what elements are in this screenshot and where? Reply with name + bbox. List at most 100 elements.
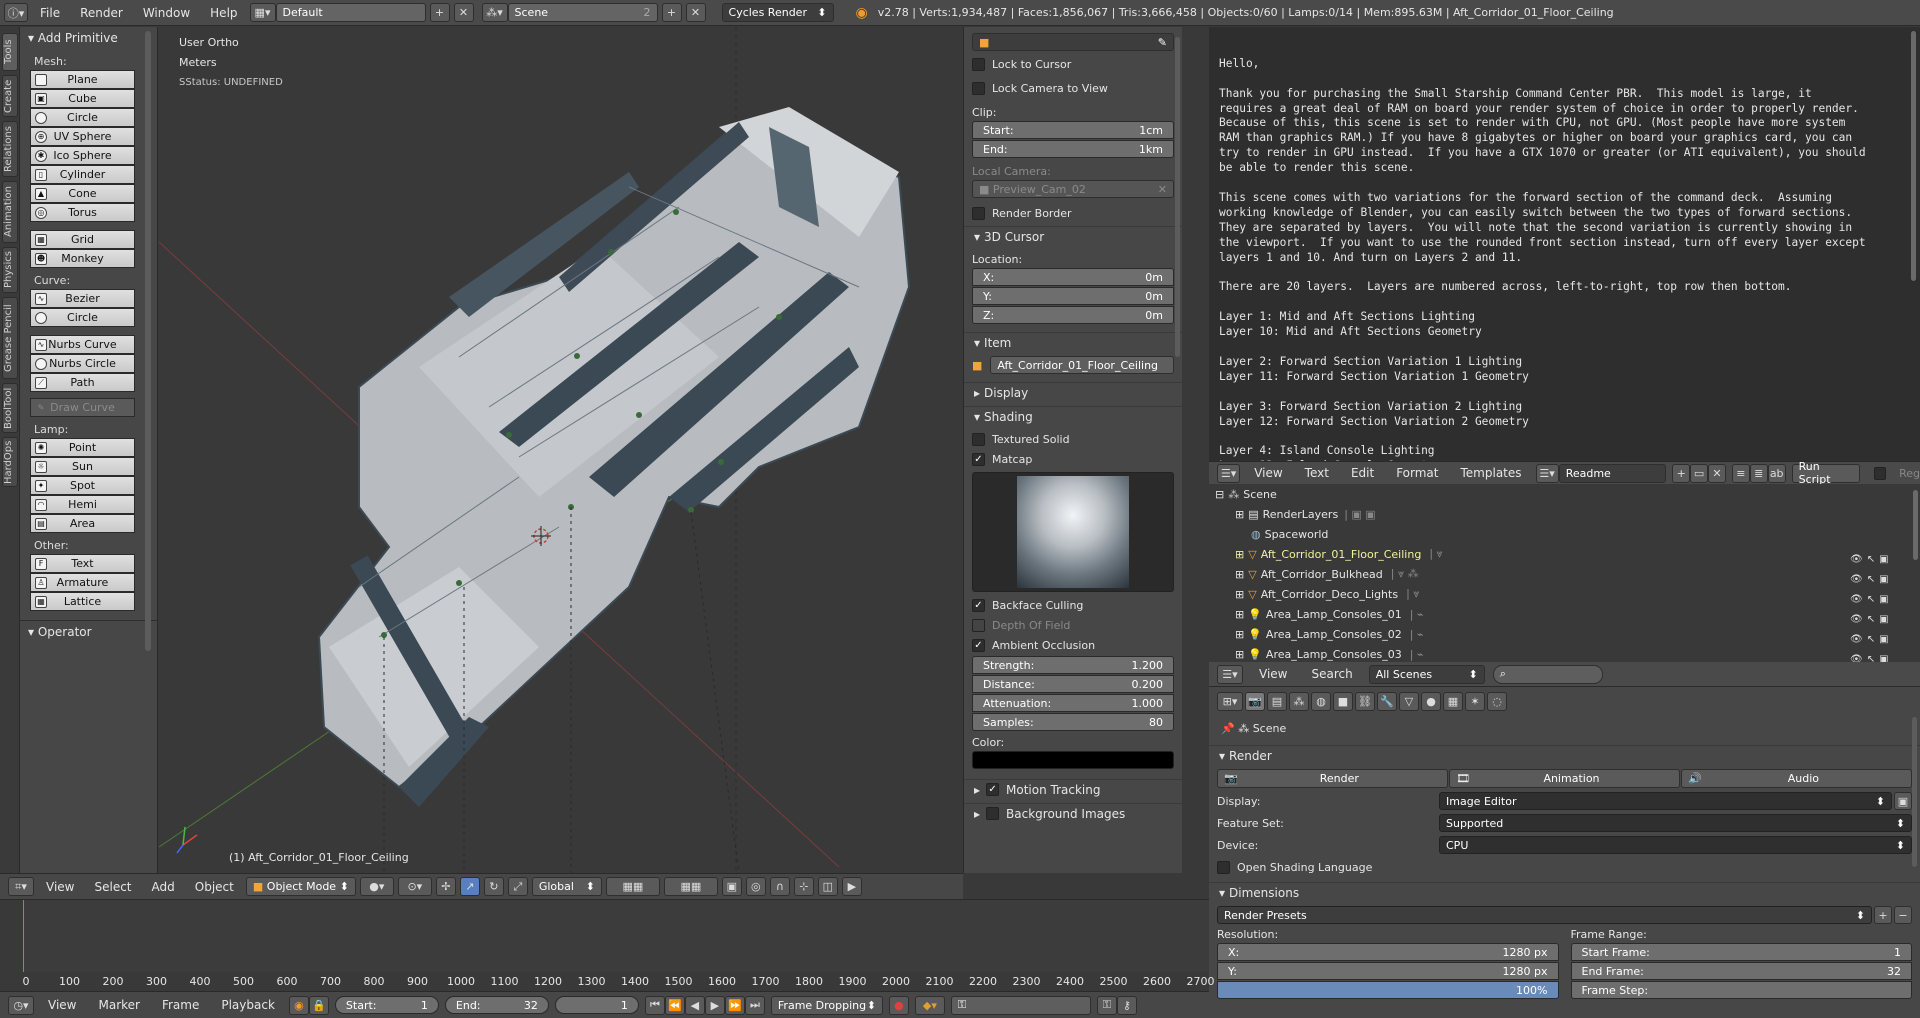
clear-camera-icon[interactable]: ✕: [1158, 183, 1167, 196]
outliner-item-world[interactable]: ◍ Spaceworld: [1209, 524, 1920, 544]
lock-range-icon[interactable]: 🔒: [308, 995, 329, 1015]
npanel-scrollbar[interactable]: [1175, 37, 1180, 357]
outliner-item-lamp-03[interactable]: ⊞ 💡 Area_Lamp_Consoles_03 | ⌁: [1209, 644, 1920, 662]
outliner-filter-select[interactable]: All Scenes ⬍: [1368, 664, 1485, 684]
3d-cursor-panel-header[interactable]: ▾ 3D Cursor: [964, 226, 1182, 246]
depth-of-field-checkbox[interactable]: Depth Of Field: [972, 616, 1174, 634]
cursor-z-field[interactable]: Z: 0m: [972, 306, 1174, 324]
timeline[interactable]: 0 100 200 300 400 500 600 700 800 900 1000 1100 1200…: [0, 899, 1215, 992]
add-primitive-header[interactable]: ▾ Add Primitive: [20, 27, 157, 49]
ol-menu-search[interactable]: Search: [1303, 667, 1360, 681]
lock-interface-icon[interactable]: ▣: [1894, 792, 1912, 810]
tl-menu-marker[interactable]: Marker: [90, 998, 147, 1012]
render-anim-icon[interactable]: ▶: [841, 877, 862, 896]
clip-start-field[interactable]: Start: 1cm: [972, 121, 1174, 139]
material-tab-icon[interactable]: ●: [1421, 692, 1441, 711]
add-circle-button[interactable]: Circle: [30, 108, 135, 127]
ao-distance-field[interactable]: Distance: 0.200: [972, 675, 1174, 693]
translate-icon[interactable]: ↗: [459, 877, 480, 896]
renderlayers-tab-icon[interactable]: ▤: [1267, 692, 1287, 711]
scene-field[interactable]: Scene 2: [507, 3, 658, 22]
pivot-icon[interactable]: ⊙▾: [397, 877, 432, 896]
layer-grid-icon[interactable]: ▦▦: [663, 877, 718, 896]
outliner-item-deco-lights[interactable]: ⊞ ▽ Aft_Corridor_Deco_Lights | ⩔: [1209, 584, 1920, 604]
add-uv-sphere-button[interactable]: ⊕ UV Sphere: [30, 127, 135, 146]
tl-menu-view[interactable]: View: [40, 998, 84, 1012]
register-checkbox[interactable]: [1874, 466, 1887, 480]
add-ico-sphere-button[interactable]: ✱ Ico Sphere: [30, 146, 135, 165]
item-panel-header[interactable]: ▾ Item: [964, 332, 1182, 352]
menu-help[interactable]: Help: [202, 6, 245, 20]
outliner-item-bulkhead[interactable]: ⊞ ▽ Aft_Corridor_Bulkhead | ⩔ ⁂: [1209, 564, 1920, 584]
local-camera-field[interactable]: ■ Preview_Cam_02 ✕: [972, 180, 1174, 198]
shading-panel-header[interactable]: ▾ Shading: [964, 406, 1182, 426]
snap-magnet-icon[interactable]: ∩: [769, 877, 790, 896]
add-grid-button[interactable]: ▦ Grid: [30, 230, 135, 249]
render-tab-icon[interactable]: 📷: [1245, 692, 1265, 711]
ao-attenuation-field[interactable]: Attenuation: 1.000: [972, 694, 1174, 712]
ol-menu-view[interactable]: View: [1251, 667, 1295, 681]
current-frame-field[interactable]: 1: [554, 996, 639, 1014]
tl-menu-frame[interactable]: Frame: [154, 998, 207, 1012]
jump-start-icon[interactable]: ⏮: [644, 995, 665, 1015]
tab-grease-pencil[interactable]: Grease Pencil: [2, 297, 18, 379]
ao-color-swatch[interactable]: [972, 751, 1174, 769]
world-tab-icon[interactable]: ◍: [1311, 692, 1331, 711]
te-menu-templates[interactable]: Templates: [1453, 466, 1530, 480]
add-hemi-lamp-button[interactable]: ◠ Hemi: [30, 495, 135, 514]
manipulator-icon[interactable]: ✢: [435, 877, 456, 896]
scene-icon[interactable]: ⁂▾: [481, 3, 508, 22]
add-cube-button[interactable]: ▣ Cube: [30, 89, 135, 108]
tab-relations[interactable]: Relations: [2, 121, 18, 177]
jump-end-icon[interactable]: ⏭: [744, 995, 765, 1015]
rotate-icon[interactable]: ↻: [483, 877, 504, 896]
line-numbers-icon[interactable]: ≡: [1731, 463, 1750, 483]
text-file-field[interactable]: Readme: [1558, 463, 1667, 483]
outliner-item-floor-ceiling[interactable]: ⊞ ▽ Aft_Corridor_01_Floor_Ceiling | ⩔: [1209, 544, 1920, 564]
delete-keyframe-icon[interactable]: ⚷: [1116, 995, 1137, 1015]
ambient-occlusion-checkbox[interactable]: ✓ Ambient Occlusion: [972, 636, 1174, 654]
background-images-panel-header[interactable]: ▸ Background Images: [964, 803, 1182, 823]
shelf-scrollbar[interactable]: [145, 31, 151, 651]
res-y-field[interactable]: Y: 1280 px: [1217, 962, 1559, 980]
vp-menu-object[interactable]: Object: [187, 880, 242, 894]
cursor-x-field[interactable]: X: 0m: [972, 268, 1174, 286]
te-menu-edit[interactable]: Edit: [1343, 466, 1382, 480]
render-button[interactable]: 📷 Render: [1217, 769, 1448, 788]
render-presets-select[interactable]: Render Presets ⬍: [1217, 906, 1872, 924]
physics-tab-icon[interactable]: ◌: [1487, 692, 1507, 711]
add-bezier-button[interactable]: ∿ Bezier: [30, 289, 135, 308]
te-menu-text[interactable]: Text: [1297, 466, 1337, 480]
add-bezier-circle-button[interactable]: Circle: [30, 308, 135, 327]
outliner-item-lamp-02[interactable]: ⊞ 💡 Area_Lamp_Consoles_02 | ⌁: [1209, 624, 1920, 644]
tab-create[interactable]: Create: [2, 75, 18, 117]
res-percent-field[interactable]: 100%: [1217, 981, 1559, 999]
particles-tab-icon[interactable]: ✶: [1465, 692, 1485, 711]
text-browse-icon[interactable]: ☰▾: [1535, 463, 1559, 483]
add-nurbs-circle-button[interactable]: Nurbs Circle: [30, 354, 135, 373]
te-menu-view[interactable]: View: [1246, 466, 1290, 480]
visibility-eye-icon[interactable]: 👁↖▣: [1850, 550, 1906, 570]
text-editor[interactable]: Hello, Thank you for purchasing the Smal…: [1209, 27, 1920, 461]
vp-menu-view[interactable]: View: [38, 880, 82, 894]
draw-curve-button[interactable]: ✎ Draw Curve: [30, 398, 135, 417]
orientation-select[interactable]: Global ⬍: [531, 877, 602, 896]
shading-icon[interactable]: ●▾: [359, 877, 394, 896]
syntax-icon[interactable]: ab: [1767, 463, 1786, 483]
add-scene-icon[interactable]: +: [661, 3, 682, 22]
add-layout-icon[interactable]: +: [429, 3, 450, 22]
visibility-column[interactable]: 👁↖▣ 👁↖▣ 👁↖▣ 👁↖▣ 👁↖▣ 👁↖▣: [1850, 550, 1906, 662]
display-select[interactable]: Image Editor ⬍: [1439, 792, 1892, 810]
snap-element-icon[interactable]: ⊹: [793, 877, 814, 896]
text-scrollbar[interactable]: [1911, 31, 1916, 281]
eyedropper-icon[interactable]: ✎: [1158, 36, 1167, 49]
outliner-search-input[interactable]: ⌕: [1492, 664, 1603, 684]
word-wrap-icon[interactable]: ≣: [1749, 463, 1768, 483]
outliner-item-lamp-01[interactable]: ⊞ 💡 Area_Lamp_Consoles_01 | ⌁: [1209, 604, 1920, 624]
add-point-lamp-button[interactable]: ✺ Point: [30, 438, 135, 457]
end-field[interactable]: End: 32: [444, 996, 549, 1014]
tab-hardops[interactable]: HardOps: [2, 437, 18, 487]
tab-tools[interactable]: Tools: [2, 33, 18, 71]
motion-tracking-panel-header[interactable]: ▸ ✓ Motion Tracking: [964, 779, 1182, 799]
add-plane-button[interactable]: Plane: [30, 70, 135, 89]
